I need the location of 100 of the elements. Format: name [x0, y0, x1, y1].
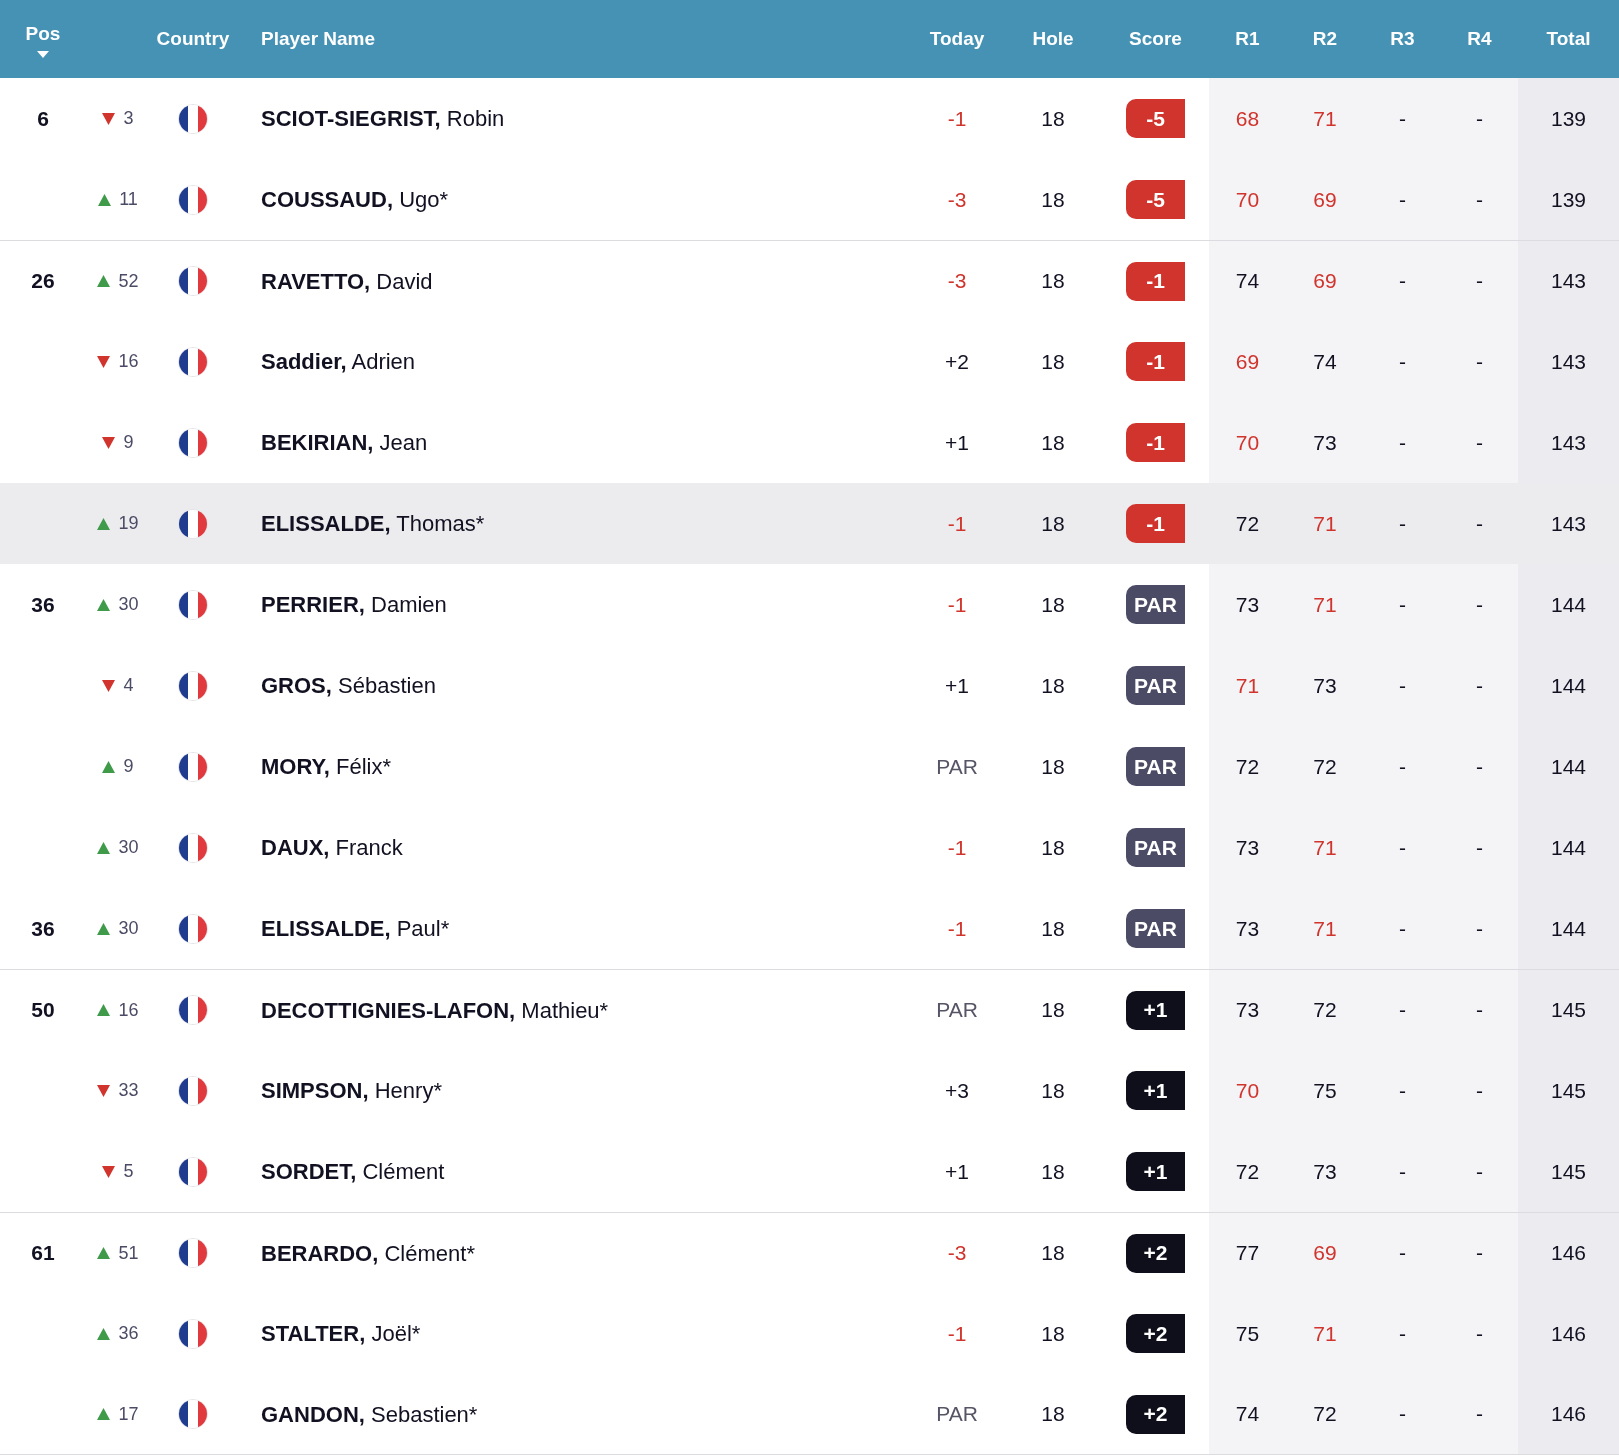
player-name[interactable]: COUSSAUD, Ugo* [261, 183, 449, 216]
total-score-text: 144 [1550, 834, 1586, 861]
round-score-text: 77 [1235, 1240, 1260, 1267]
total-score-text: 143 [1550, 268, 1586, 295]
player-name[interactable]: DECOTTIGNIES-LAFON, Mathieu* [261, 993, 609, 1027]
today-score-text: PAR [936, 997, 978, 1024]
today-score-text: +1 [945, 1158, 969, 1185]
score-badge: -1 [1126, 342, 1185, 381]
movement-text: 30 [118, 593, 139, 616]
round-score-text: 70 [1235, 1077, 1260, 1104]
movement-text: 30 [118, 836, 139, 859]
movement-text: 9 [123, 431, 134, 454]
player-name[interactable]: STALTER, Joël* [261, 1317, 421, 1350]
round-score-text: 70 [1235, 429, 1260, 456]
player-name[interactable]: GANDON, Sebastien* [261, 1397, 478, 1431]
player-name[interactable]: BEKIRIAN, Jean [261, 426, 428, 459]
leaderboard-row[interactable]: 36 30 ELISSALDE, Paul* -1 18 PAR 73 71 - - 144 [0, 888, 1619, 969]
round-score-text: - [1399, 105, 1406, 132]
player-name[interactable]: SORDET, Clément [261, 1155, 445, 1188]
france-flag-icon [178, 184, 208, 215]
player-name[interactable]: RAVETTO, David [261, 264, 433, 298]
round-score-text: 73 [1313, 1158, 1337, 1185]
player-name[interactable]: ELISSALDE, Thomas* [261, 507, 485, 540]
leaderboard-row[interactable]: 17 GANDON, Sebastien* PAR 18 +2 74 72 - - 146 [0, 1374, 1619, 1455]
leaderboard-row[interactable]: 26 52 RAVETTO, David -3 18 -1 74 69 - - 143 [0, 240, 1619, 321]
leaderboard-row[interactable]: 50 16 DECOTTIGNIES-LAFON, Mathieu* PAR 18 +1 73 72 - - 145 [0, 969, 1619, 1050]
hole-text: 18 [1041, 1320, 1065, 1347]
position-text: 36 [31, 915, 55, 942]
round-score-text: - [1399, 348, 1406, 375]
round-score-text: 72 [1313, 997, 1337, 1024]
france-flag-icon [178, 1075, 208, 1106]
round-score-text: - [1399, 834, 1406, 861]
round-score-text: - [1399, 186, 1406, 213]
score-badge: -5 [1126, 99, 1185, 138]
france-flag-icon [178, 103, 208, 134]
round-score-text: - [1399, 1401, 1406, 1428]
leaderboard-row[interactable]: 9 MORY, Félix* PAR 18 PAR 72 72 - - 144 [0, 726, 1619, 807]
total-score-text: 146 [1550, 1401, 1586, 1428]
player-name[interactable]: BERARDO, Clément* [261, 1236, 475, 1270]
player-name[interactable]: PERRIER, Damien [261, 588, 447, 621]
round-score-text: 74 [1235, 268, 1260, 295]
hole-text: 18 [1041, 429, 1065, 456]
round-score-text: 69 [1235, 348, 1260, 375]
leaderboard-row[interactable]: 36 30 PERRIER, Damien -1 18 PAR 73 71 - - 144 [0, 564, 1619, 645]
round-score-text: - [1399, 915, 1406, 942]
leaderboard-row[interactable]: 4 GROS, Sébastien +1 18 PAR 71 73 - - 144 [0, 645, 1619, 726]
leaderboard-row[interactable]: 9 BEKIRIAN, Jean +1 18 -1 70 73 - - 143 [0, 402, 1619, 483]
round-score-text: 71 [1313, 591, 1337, 618]
total-score-text: 143 [1550, 348, 1586, 375]
leaderboard-row[interactable]: 19 ELISSALDE, Thomas* -1 18 -1 72 71 - - 143 [0, 483, 1619, 564]
round-score-text: 69 [1313, 268, 1337, 295]
round-score-text: 71 [1313, 510, 1337, 537]
player-name[interactable]: SIMPSON, Henry* [261, 1074, 442, 1107]
score-badge: PAR [1126, 585, 1185, 624]
leaderboard-row[interactable]: 6 3 SCIOT-SIEGRIST, Robin -1 18 -5 68 71 - - 139 [0, 78, 1619, 159]
round-score-text: - [1476, 1320, 1483, 1347]
today-score-text: -1 [947, 915, 967, 942]
today-score-text: PAR [936, 753, 978, 780]
round-score-text: - [1399, 1320, 1406, 1347]
score-badge: +2 [1126, 1314, 1185, 1353]
player-name[interactable]: ELISSALDE, Paul* [261, 912, 450, 945]
round-score-text: 71 [1313, 1320, 1337, 1347]
leaderboard-row[interactable]: 33 SIMPSON, Henry* +3 18 +1 70 75 - - 145 [0, 1050, 1619, 1131]
player-name[interactable]: Saddier, Adrien [261, 345, 416, 378]
round-score-text: 72 [1313, 753, 1337, 780]
hole-text: 18 [1041, 105, 1065, 132]
round-score-text: - [1399, 510, 1406, 537]
leaderboard-row[interactable]: 30 DAUX, Franck -1 18 PAR 73 71 - - 144 [0, 807, 1619, 888]
movement-text: 16 [118, 350, 139, 373]
hole-text: 18 [1041, 1401, 1065, 1428]
player-name[interactable]: MORY, Félix* [261, 750, 391, 783]
leaderboard-row[interactable]: 61 51 BERARDO, Clément* -3 18 +2 77 69 - - 146 [0, 1212, 1619, 1293]
france-flag-icon [178, 266, 208, 296]
leaderboard-row[interactable]: 5 SORDET, Clément +1 18 +1 72 73 - - 145 [0, 1131, 1619, 1212]
score-badge: -1 [1126, 504, 1185, 543]
round-score-text: 71 [1313, 834, 1337, 861]
round-score-text: 69 [1313, 186, 1337, 213]
movement-text: 9 [123, 755, 134, 778]
total-score-text: 144 [1550, 591, 1586, 618]
round-score-text: - [1399, 268, 1406, 295]
france-flag-icon [178, 1318, 208, 1349]
player-name[interactable]: GROS, Sébastien [261, 669, 436, 702]
round-score-text: - [1399, 997, 1406, 1024]
player-name[interactable]: SCIOT-SIEGRIST, Robin [261, 102, 505, 135]
hole-text: 18 [1041, 997, 1065, 1024]
round-score-text: 73 [1235, 834, 1260, 861]
france-flag-icon [178, 1238, 208, 1268]
leaderboard-row[interactable]: 16 Saddier, Adrien +2 18 -1 69 74 - - 143 [0, 321, 1619, 402]
leaderboard-row[interactable]: 36 STALTER, Joël* -1 18 +2 75 71 - - 146 [0, 1293, 1619, 1374]
round-score-text: 74 [1313, 348, 1337, 375]
leaderboard-row[interactable]: 11 COUSSAUD, Ugo* -3 18 -5 70 69 - - 139 [0, 159, 1619, 240]
france-flag-icon [178, 427, 208, 458]
round-score-text: - [1476, 1240, 1483, 1267]
today-score-text: PAR [936, 1401, 978, 1428]
round-score-text: 73 [1313, 672, 1337, 699]
position-text: 36 [31, 591, 55, 618]
round-score-text: - [1476, 348, 1483, 375]
player-name[interactable]: DAUX, Franck [261, 831, 403, 864]
hole-text: 18 [1041, 591, 1065, 618]
france-flag-icon [178, 832, 208, 863]
